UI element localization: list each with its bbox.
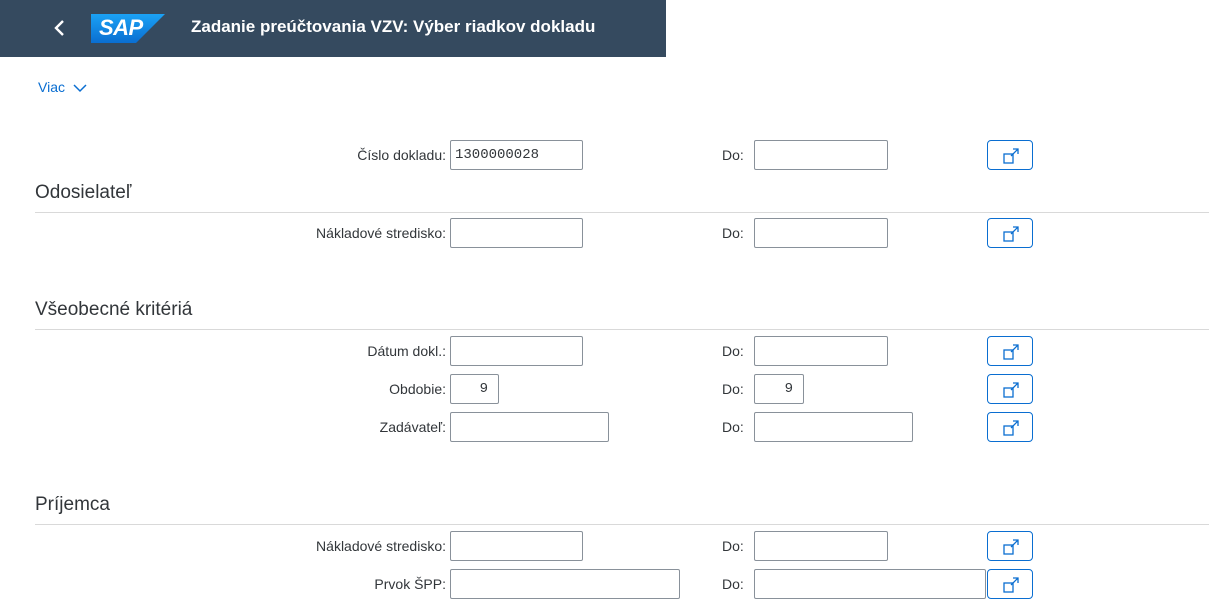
- multiple-selection-icon: [1003, 344, 1019, 360]
- sender-cost-center-to-input[interactable]: [754, 218, 888, 248]
- multiple-selection-icon: [1003, 420, 1019, 436]
- multiple-selection-icon: [1003, 382, 1019, 398]
- wbs-label: Prvok ŠPP:: [374, 576, 446, 592]
- section-title-sender: Odosielateľ: [35, 182, 132, 203]
- sender-cost-center-label: Nákladové stredisko:: [316, 225, 446, 241]
- doc-date-to-label: Do:: [722, 343, 744, 359]
- doc-date-multiple-selection-button[interactable]: [987, 336, 1033, 366]
- more-link[interactable]: Viac: [38, 79, 87, 96]
- entered-by-multiple-selection-button[interactable]: [987, 412, 1033, 442]
- section-divider: [35, 524, 1209, 525]
- doc-number-from-input[interactable]: 1300000028: [450, 140, 583, 170]
- period-label: Obdobie:: [389, 381, 446, 397]
- multiple-selection-icon: [1003, 226, 1019, 242]
- wbs-to-input[interactable]: [754, 569, 986, 599]
- doc-date-from-input[interactable]: [450, 336, 583, 366]
- period-multiple-selection-button[interactable]: [987, 374, 1033, 404]
- wbs-multiple-selection-button[interactable]: [987, 569, 1033, 599]
- doc-number-label: Číslo dokladu:: [357, 147, 446, 163]
- entered-by-to-input[interactable]: [754, 412, 913, 442]
- period-to-input[interactable]: 9: [754, 374, 804, 404]
- receiver-cost-center-to-input[interactable]: [754, 531, 888, 561]
- doc-number-to-label: Do:: [722, 147, 744, 163]
- section-title-receiver: Príjemca: [35, 494, 110, 515]
- doc-number-to-input[interactable]: [754, 140, 888, 170]
- wbs-to-label: Do:: [722, 576, 744, 592]
- receiver-cost-center-label: Nákladové stredisko:: [316, 538, 446, 554]
- section-divider: [35, 212, 1209, 213]
- multiple-selection-icon: [1003, 148, 1019, 164]
- receiver-cost-center-to-label: Do:: [722, 538, 744, 554]
- entered-by-to-label: Do:: [722, 419, 744, 435]
- wbs-from-input[interactable]: [450, 569, 680, 599]
- chevron-left-icon: [54, 20, 64, 36]
- entered-by-from-input[interactable]: [450, 412, 609, 442]
- period-to-label: Do:: [722, 381, 744, 397]
- doc-date-to-input[interactable]: [754, 336, 888, 366]
- section-divider: [35, 329, 1209, 330]
- more-label: Viac: [38, 79, 65, 95]
- receiver-cost-center-multiple-selection-button[interactable]: [987, 531, 1033, 561]
- period-from-input[interactable]: 9: [450, 374, 499, 404]
- entered-by-label: Zadávateľ:: [379, 419, 446, 435]
- chevron-down-icon: [73, 80, 87, 96]
- shell-bar: SAP Zadanie preúčtovania VZV: Výber riad…: [0, 0, 666, 57]
- page-title: Zadanie preúčtovania VZV: Výber riadkov …: [191, 17, 596, 36]
- sender-cost-center-multiple-selection-button[interactable]: [987, 218, 1033, 248]
- doc-number-multiple-selection-button[interactable]: [987, 140, 1033, 170]
- sap-logo: SAP: [91, 14, 165, 43]
- multiple-selection-icon: [1003, 577, 1019, 593]
- doc-date-label: Dátum dokl.:: [367, 343, 446, 359]
- receiver-cost-center-from-input[interactable]: [450, 531, 583, 561]
- back-button[interactable]: [44, 12, 76, 44]
- section-title-general: Všeobecné kritériá: [35, 299, 193, 320]
- sender-cost-center-to-label: Do:: [722, 225, 744, 241]
- sender-cost-center-from-input[interactable]: [450, 218, 583, 248]
- multiple-selection-icon: [1003, 539, 1019, 555]
- sap-logo-text: SAP: [99, 15, 143, 40]
